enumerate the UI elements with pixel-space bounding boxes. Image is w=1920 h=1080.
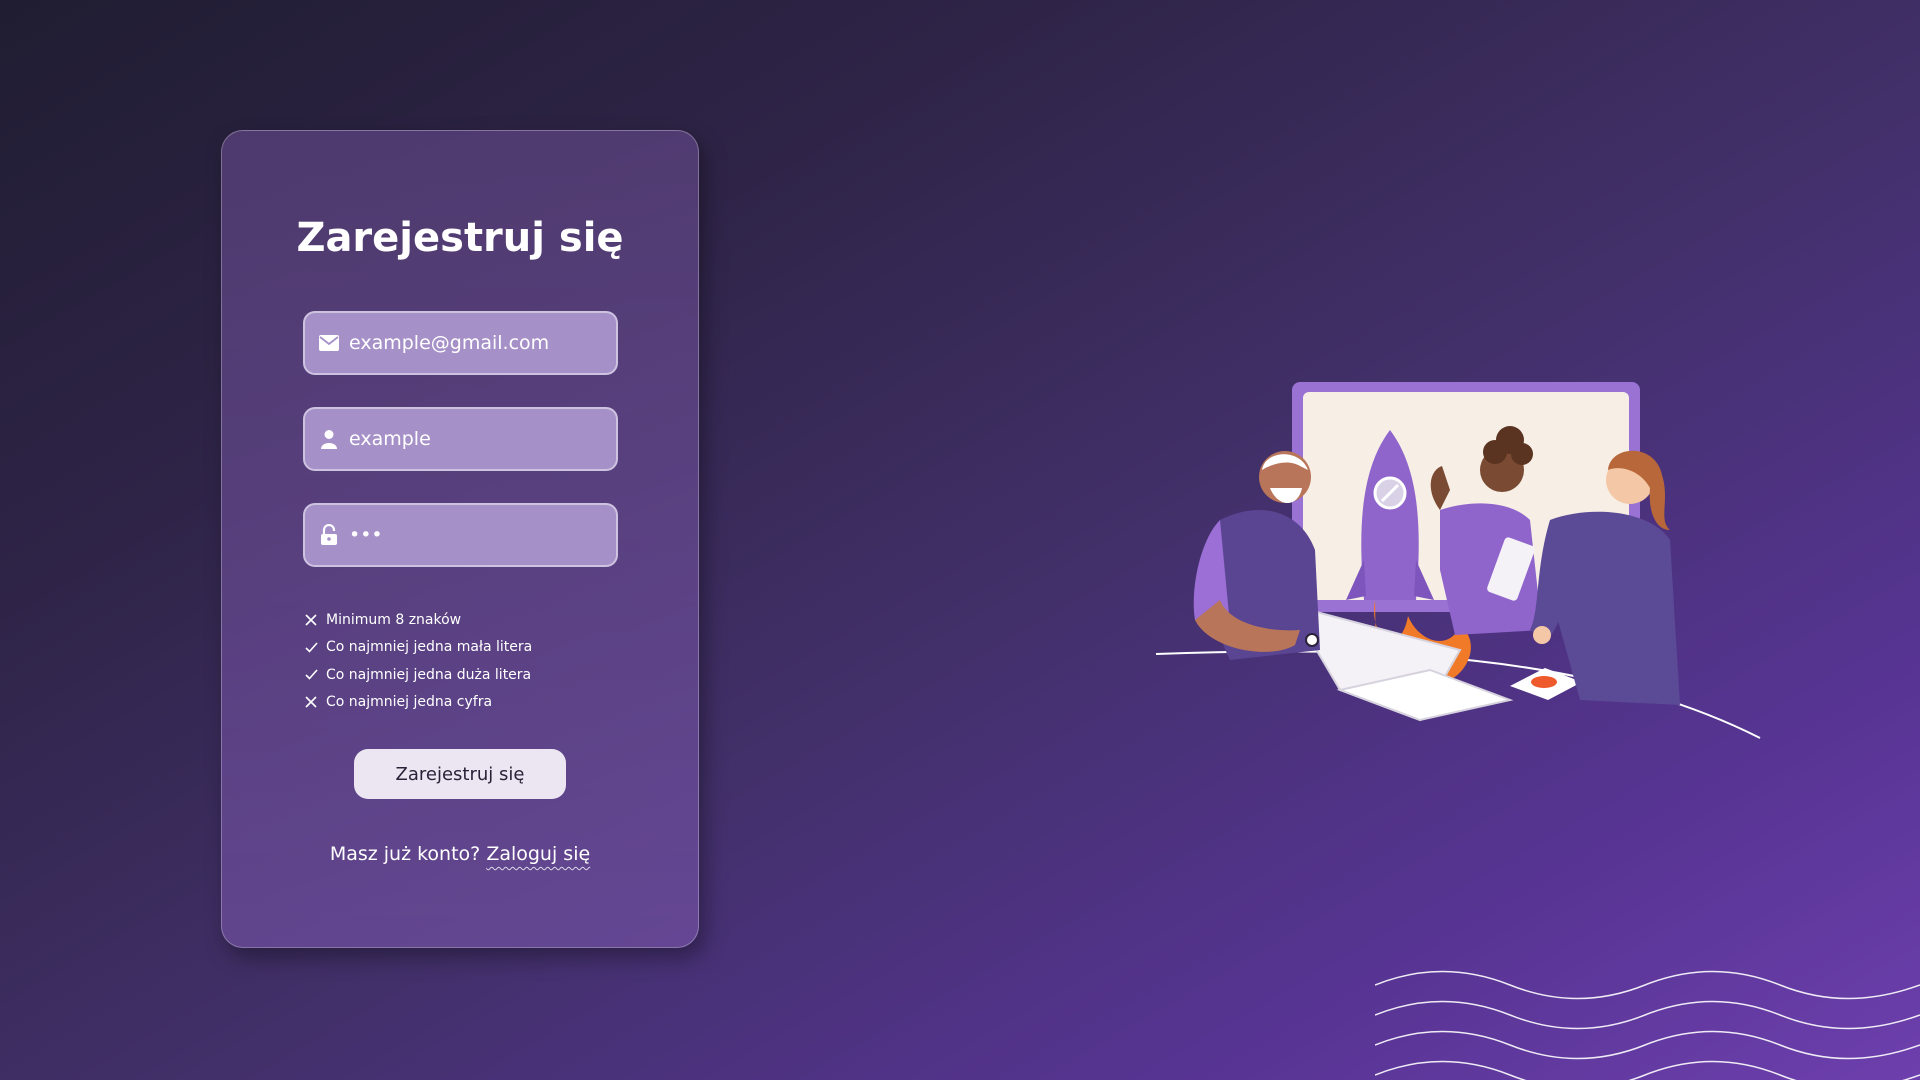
- password-requirements: Minimum 8 znaków Co najmniej jedna mała …: [304, 606, 532, 716]
- decorative-waves: [1375, 970, 1920, 1080]
- email-input[interactable]: [349, 332, 599, 354]
- check-icon: [304, 640, 318, 654]
- requirement-label: Co najmniej jedna mała litera: [326, 639, 533, 656]
- requirement-item: Co najmniej jedna mała litera: [304, 634, 532, 662]
- email-field[interactable]: [303, 311, 618, 375]
- requirement-label: Minimum 8 znaków: [326, 611, 462, 628]
- lock-icon: [317, 523, 341, 547]
- x-icon: [304, 695, 318, 709]
- login-link[interactable]: Zaloguj się: [486, 843, 590, 865]
- team-rocket-illustration: [1155, 382, 1761, 739]
- envelope-icon: [317, 331, 341, 355]
- red-button: [1531, 676, 1557, 688]
- requirement-label: Co najmniej jedna duża litera: [326, 666, 532, 683]
- requirement-label: Co najmniej jedna cyfra: [326, 694, 493, 711]
- person-left: [1193, 451, 1320, 660]
- check-icon: [304, 668, 318, 682]
- page-title: Zarejestruj się: [296, 215, 624, 261]
- login-prompt-text: Masz już konto?: [329, 843, 481, 865]
- username-field[interactable]: [303, 407, 618, 471]
- requirement-item: Co najmniej jedna cyfra: [304, 689, 532, 717]
- login-prompt: Masz już konto? Zaloguj się: [222, 843, 698, 865]
- requirement-item: Co najmniej jedna duża litera: [304, 661, 532, 689]
- username-input[interactable]: [349, 428, 599, 450]
- x-icon: [304, 613, 318, 627]
- requirement-item: Minimum 8 znaków: [304, 606, 532, 634]
- password-input[interactable]: [349, 524, 599, 546]
- password-field[interactable]: [303, 503, 618, 567]
- user-icon: [317, 427, 341, 451]
- register-button[interactable]: Zarejestruj się: [354, 749, 566, 799]
- register-card: Zarejestruj się example@gmail.com exampl…: [221, 130, 699, 948]
